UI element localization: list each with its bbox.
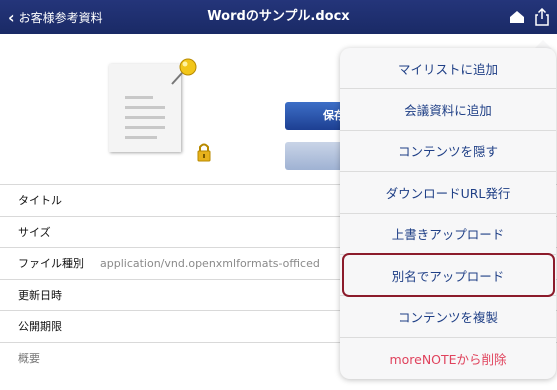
- detail-label: 更新日時: [18, 288, 62, 302]
- page-title: Wordのサンプル.docx: [207, 9, 350, 24]
- menu-item-delete[interactable]: moreNOTEから削除: [340, 338, 556, 379]
- nav-bar: ‹ お客様参考資料 Wordのサンプル.docx: [0, 0, 557, 34]
- doc-line: [125, 116, 165, 119]
- menu-item-add-meeting[interactable]: 会議資料に追加: [340, 89, 556, 131]
- detail-label: サイズ: [18, 225, 51, 239]
- detail-value: application/vnd.openxmlformats-officed: [100, 256, 320, 270]
- doc-line: [125, 96, 153, 99]
- menu-item-duplicate[interactable]: コンテンツを複製: [340, 296, 556, 338]
- doc-line: [125, 106, 165, 109]
- lock-icon: [197, 143, 211, 162]
- menu-item-hide-content[interactable]: コンテンツを隠す: [340, 131, 556, 173]
- detail-label: 公開期限: [18, 320, 62, 334]
- menu-item-add-mylist[interactable]: マイリストに追加: [340, 48, 556, 90]
- doc-line: [125, 126, 165, 129]
- detail-label: ファイル種別: [18, 257, 84, 271]
- pushpin-icon: [171, 58, 197, 85]
- home-icon[interactable]: [508, 8, 526, 26]
- highlight-frame: [342, 253, 555, 297]
- detail-label: 概要: [18, 351, 40, 365]
- detail-label: タイトル: [18, 194, 62, 208]
- action-menu: マイリストに追加 会議資料に追加 コンテンツを隠す ダウンロードURL発行 上書…: [340, 48, 556, 379]
- menu-item-issue-download-url[interactable]: ダウンロードURL発行: [340, 172, 556, 214]
- menu-item-overwrite-upload[interactable]: 上書きアップロード: [340, 214, 556, 255]
- doc-line: [125, 136, 157, 139]
- share-icon[interactable]: [533, 8, 551, 26]
